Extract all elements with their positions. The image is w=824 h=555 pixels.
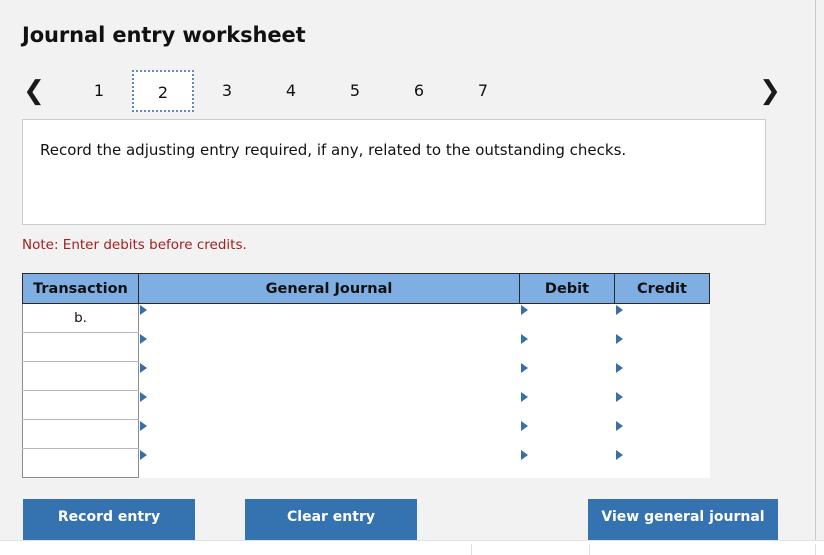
credit-input[interactable] [614,303,710,333]
table-row [22,419,710,449]
pager-page-3[interactable]: 3 [196,70,258,112]
credit-input[interactable] [614,390,710,420]
general-journal-input[interactable] [138,303,520,333]
dropdown-marker-icon [520,450,528,460]
debit-input-field[interactable] [521,306,614,329]
debit-input[interactable] [519,361,615,391]
column-header-credit: Credit [614,273,710,304]
credit-input-field[interactable] [616,306,709,329]
dropdown-marker-icon [520,305,528,315]
credit-input-field[interactable] [616,422,709,445]
dropdown-marker-icon [140,450,147,460]
transaction-cell [22,419,139,449]
dropdown-marker-icon [615,450,623,460]
dropdown-marker-icon [615,392,623,402]
dropdown-marker-icon [615,363,623,373]
debit-input[interactable] [519,303,615,333]
debit-input-field[interactable] [521,422,614,445]
column-header-debit: Debit [519,273,615,304]
pager-page-2[interactable]: 2 [132,70,194,112]
debit-input[interactable] [519,390,615,420]
general-journal-input[interactable] [138,448,520,478]
transaction-cell [22,361,139,391]
credit-input-field[interactable] [616,393,709,416]
debit-input-field[interactable] [521,393,614,416]
transaction-cell [22,390,139,420]
debit-input[interactable] [519,448,615,478]
pager-page-1[interactable]: 1 [68,70,130,112]
dropdown-marker-icon [140,392,147,402]
credit-input-field[interactable] [616,335,709,358]
journal-table-body: b. [22,303,710,478]
chevron-left-icon[interactable]: ❮ [18,68,50,114]
debit-input[interactable] [519,419,615,449]
transaction-cell [22,332,139,362]
pager-page-4[interactable]: 4 [260,70,322,112]
credit-input-field[interactable] [616,364,709,387]
instruction-text: Record the adjusting entry required, if … [40,141,627,159]
general-journal-input[interactable] [138,332,520,362]
debit-input-field[interactable] [521,335,614,358]
pager-page-7[interactable]: 7 [452,70,514,112]
bottom-divider-3 [815,544,816,555]
general-journal-input-field[interactable] [141,306,519,329]
table-row [22,361,710,391]
credit-input[interactable] [614,419,710,449]
dropdown-marker-icon [140,305,147,315]
general-journal-input-field[interactable] [141,422,519,445]
dropdown-marker-icon [615,334,623,344]
bottom-divider-1 [471,544,472,555]
pager-page-5[interactable]: 5 [324,70,386,112]
table-row [22,390,710,420]
bottom-strip [0,540,824,555]
debit-input-field[interactable] [521,364,614,387]
general-journal-input[interactable] [138,390,520,420]
dropdown-marker-icon [520,363,528,373]
dropdown-marker-icon [140,363,147,373]
chevron-right-icon[interactable]: ❯ [754,68,786,114]
table-row: b. [22,303,710,333]
dropdown-marker-icon [520,392,528,402]
credit-input[interactable] [614,332,710,362]
credit-input[interactable] [614,361,710,391]
pager-page-6[interactable]: 6 [388,70,450,112]
column-header-general-journal: General Journal [138,273,520,304]
worksheet-pager: ❮ 1234567 ❯ [0,68,790,116]
general-journal-input-field[interactable] [141,393,519,416]
credit-input-field[interactable] [616,451,709,474]
dropdown-marker-icon [520,334,528,344]
dropdown-marker-icon [615,305,623,315]
transaction-cell [22,448,139,478]
general-journal-input-field[interactable] [141,451,519,474]
general-journal-input-field[interactable] [141,364,519,387]
dropdown-marker-icon [140,334,147,344]
worksheet-panel: Journal entry worksheet ❮ 1234567 ❯ Reco… [0,0,816,554]
debits-before-credits-note: Note: Enter debits before credits. [22,237,247,253]
instruction-box: Record the adjusting entry required, if … [22,119,766,225]
debit-input[interactable] [519,332,615,362]
dropdown-marker-icon [140,421,147,431]
journal-entry-table: Transaction General Journal Debit Credit… [22,273,710,478]
general-journal-input[interactable] [138,361,520,391]
transaction-cell: b. [22,303,139,333]
credit-input[interactable] [614,448,710,478]
dropdown-marker-icon [615,421,623,431]
table-row [22,332,710,362]
table-header-row: Transaction General Journal Debit Credit [22,273,710,304]
table-row [22,448,710,478]
bottom-divider-2 [589,544,590,555]
column-header-transaction: Transaction [22,273,139,304]
page-title: Journal entry worksheet [22,23,306,47]
general-journal-input-field[interactable] [141,335,519,358]
dropdown-marker-icon [520,421,528,431]
debit-input-field[interactable] [521,451,614,474]
general-journal-input[interactable] [138,419,520,449]
